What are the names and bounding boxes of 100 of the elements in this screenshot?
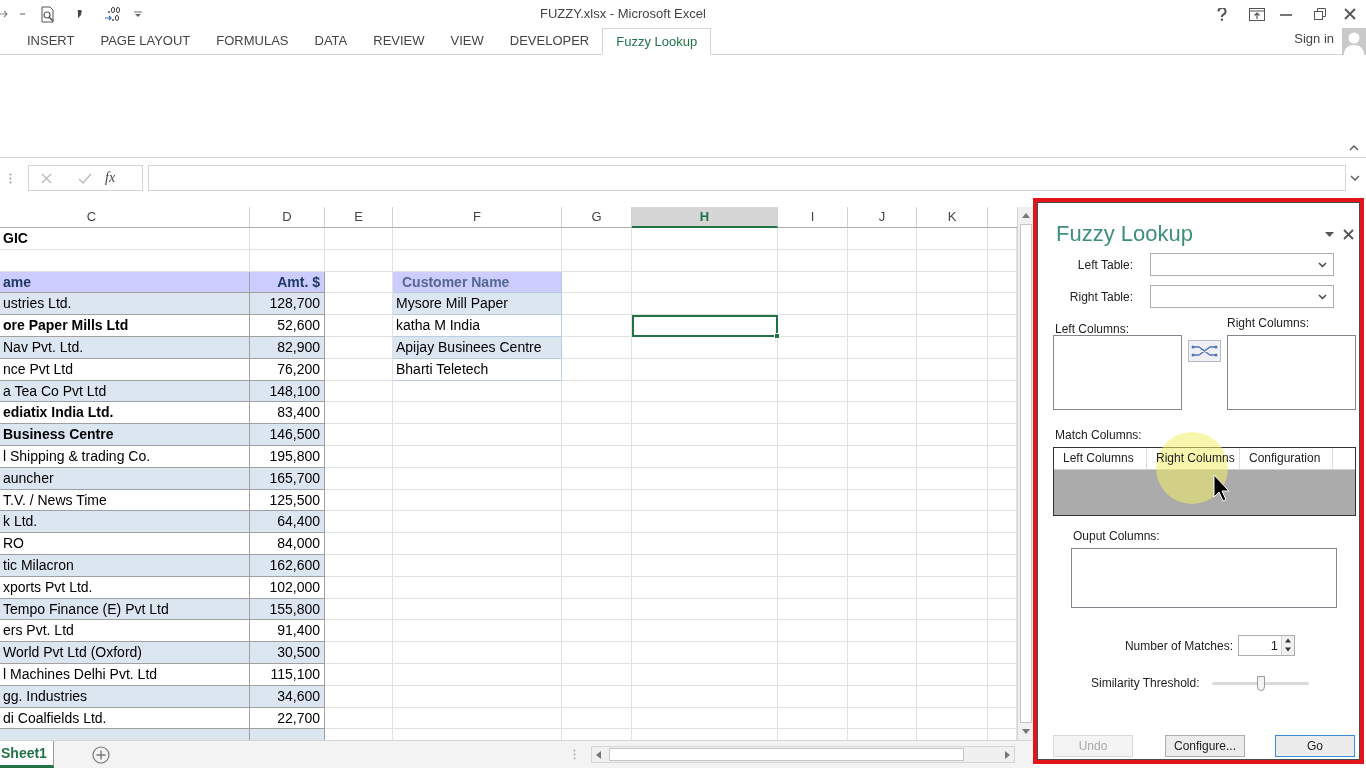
table-cell: l Machines Delhi Pvt. Ltd bbox=[0, 663, 250, 686]
table-cell: auncher bbox=[0, 467, 250, 490]
help-icon[interactable] bbox=[1217, 7, 1227, 21]
similarity-slider[interactable] bbox=[1212, 675, 1310, 691]
collapse-ribbon-icon[interactable] bbox=[1349, 145, 1359, 151]
scroll-left-icon[interactable] bbox=[595, 750, 601, 759]
table-cell: gg. Industries bbox=[0, 685, 250, 708]
pane-button[interactable]: Go bbox=[1275, 735, 1355, 757]
enter-icon[interactable] bbox=[78, 172, 92, 184]
table-cell: 162,600 bbox=[250, 554, 325, 577]
dash-icon[interactable] bbox=[20, 13, 25, 15]
column-header[interactable]: H bbox=[632, 207, 778, 228]
scrollbar-thumb[interactable] bbox=[1019, 224, 1032, 723]
ribbon-tab[interactable]: DEVELOPER bbox=[496, 28, 603, 54]
output-columns-list[interactable] bbox=[1071, 548, 1337, 608]
column-header[interactable]: E bbox=[325, 207, 393, 228]
table-cell: 34,600 bbox=[250, 685, 325, 708]
connect-columns-button[interactable] bbox=[1188, 340, 1221, 362]
table-cell: 76,200 bbox=[250, 358, 325, 381]
comma-icon[interactable] bbox=[77, 10, 82, 18]
scrollbar-thumb[interactable] bbox=[608, 748, 964, 761]
column-heading: Amt. $ bbox=[250, 271, 325, 294]
field-label: Similarity Threshold: bbox=[1091, 675, 1200, 692]
field-label: Match Columns: bbox=[1055, 428, 1142, 442]
field-label: Right Columns: bbox=[1227, 316, 1310, 330]
scroll-right-icon[interactable] bbox=[1004, 750, 1010, 759]
chevron-down-icon[interactable] bbox=[1318, 261, 1327, 268]
table-cell: 84,000 bbox=[250, 533, 325, 555]
match-columns-grid[interactable]: Left Columns Right Columns Configuration bbox=[1053, 447, 1356, 516]
sign-in-link[interactable]: Sign in bbox=[1294, 28, 1334, 48]
expand-formula-bar-icon[interactable] bbox=[1350, 175, 1360, 181]
arrow-icon[interactable] bbox=[0, 10, 8, 18]
cursor-icon bbox=[1213, 474, 1231, 502]
table-cell: 115,100 bbox=[250, 663, 325, 686]
pane-button[interactable]: Configure... bbox=[1165, 735, 1245, 757]
table-cell: 125,500 bbox=[250, 489, 325, 512]
caret-down-icon[interactable] bbox=[1325, 232, 1334, 237]
ribbon-tab[interactable]: DATA bbox=[301, 28, 361, 54]
column-header[interactable]: K bbox=[917, 207, 988, 228]
column-header[interactable]: J bbox=[848, 207, 917, 228]
vertical-scrollbar[interactable] bbox=[1017, 207, 1033, 740]
table-cell: ers Pvt. Ltd bbox=[0, 620, 250, 643]
column-header[interactable]: G bbox=[562, 207, 632, 228]
title-cell: GIC bbox=[0, 228, 250, 250]
right-columns-list[interactable] bbox=[1227, 335, 1356, 410]
table-cell: k Ltd. bbox=[0, 511, 250, 534]
table-cell: Apijay Businees Centre bbox=[393, 337, 562, 359]
table-cell: Tempo Finance (E) Pvt Ltd bbox=[0, 598, 250, 621]
ribbon-tab[interactable]: REVIEW bbox=[360, 28, 438, 54]
field-label: Left Table: bbox=[1076, 256, 1133, 274]
scroll-down-icon[interactable] bbox=[1021, 729, 1030, 734]
column-header[interactable]: F bbox=[393, 207, 562, 228]
ribbon-tab[interactable]: Fuzzy Lookup bbox=[602, 28, 712, 55]
table-cell: 82,900 bbox=[250, 337, 325, 359]
column-header[interactable]: C bbox=[0, 207, 250, 228]
chevron-down-icon[interactable] bbox=[1318, 293, 1327, 300]
table-cell: ore Paper Mills Ltd bbox=[0, 315, 250, 337]
cancel-icon[interactable] bbox=[41, 172, 52, 184]
add-sheet-icon[interactable] bbox=[91, 745, 110, 764]
horizontal-scrollbar[interactable] bbox=[590, 746, 1015, 763]
table-cell: Nav Pvt. Ltd. bbox=[0, 337, 250, 359]
table-cell: 155,800 bbox=[250, 598, 325, 621]
table-cell: 64,400 bbox=[250, 511, 325, 534]
connection-icon bbox=[1191, 344, 1218, 358]
formula-input[interactable] bbox=[148, 165, 1346, 191]
column-header[interactable]: I bbox=[778, 207, 848, 228]
restore-icon[interactable] bbox=[1314, 8, 1326, 20]
column-heading: Customer Name bbox=[393, 271, 562, 294]
close-icon[interactable] bbox=[1344, 8, 1356, 20]
slider-thumb[interactable] bbox=[1257, 675, 1265, 691]
active-cell[interactable] bbox=[632, 315, 778, 337]
table-cell: 195,800 bbox=[250, 445, 325, 468]
fill-handle-icon[interactable] bbox=[774, 333, 780, 339]
ribbon-tab[interactable]: FORMULAS bbox=[203, 28, 302, 54]
customize-toolbar-icon[interactable] bbox=[134, 10, 142, 18]
number-of-matches-spinner[interactable]: 1 bbox=[1238, 635, 1295, 656]
insert-function-button[interactable]: fx bbox=[103, 170, 118, 186]
table-cell: ustries Ltd. bbox=[0, 293, 250, 316]
table-cell: 83,400 bbox=[250, 402, 325, 425]
ribbon-display-options-icon[interactable] bbox=[1249, 7, 1265, 21]
column-header[interactable]: D bbox=[250, 207, 325, 228]
table-cell: 91,400 bbox=[250, 620, 325, 643]
ribbon-tab[interactable]: INSERT bbox=[14, 28, 88, 54]
table-cell: nce Pvt Ltd bbox=[0, 358, 250, 381]
table-cell: l Shipping & trading Co. bbox=[0, 445, 250, 468]
ribbon-tab[interactable]: PAGE LAYOUT bbox=[87, 28, 204, 54]
sheet-tab[interactable]: Sheet1 bbox=[0, 741, 54, 768]
decrease-decimal-icon[interactable] bbox=[104, 6, 122, 22]
avatar-icon[interactable] bbox=[1342, 28, 1366, 55]
table-cell: 30,500 bbox=[250, 642, 325, 664]
scroll-up-icon[interactable] bbox=[1021, 213, 1030, 218]
print-preview-icon[interactable] bbox=[40, 5, 56, 23]
table-cell: 146,500 bbox=[250, 424, 325, 446]
table-cell: ediatix India Ltd. bbox=[0, 402, 250, 425]
table-cell: T.V. / News Time bbox=[0, 489, 250, 512]
window-title: FUZZY.xlsx - Microsoft Excel bbox=[540, 5, 706, 24]
ribbon-tab[interactable]: VIEW bbox=[437, 28, 497, 54]
close-icon[interactable] bbox=[1343, 229, 1354, 240]
spin-up-icon[interactable] bbox=[1282, 636, 1294, 645]
left-columns-list[interactable] bbox=[1053, 335, 1182, 410]
